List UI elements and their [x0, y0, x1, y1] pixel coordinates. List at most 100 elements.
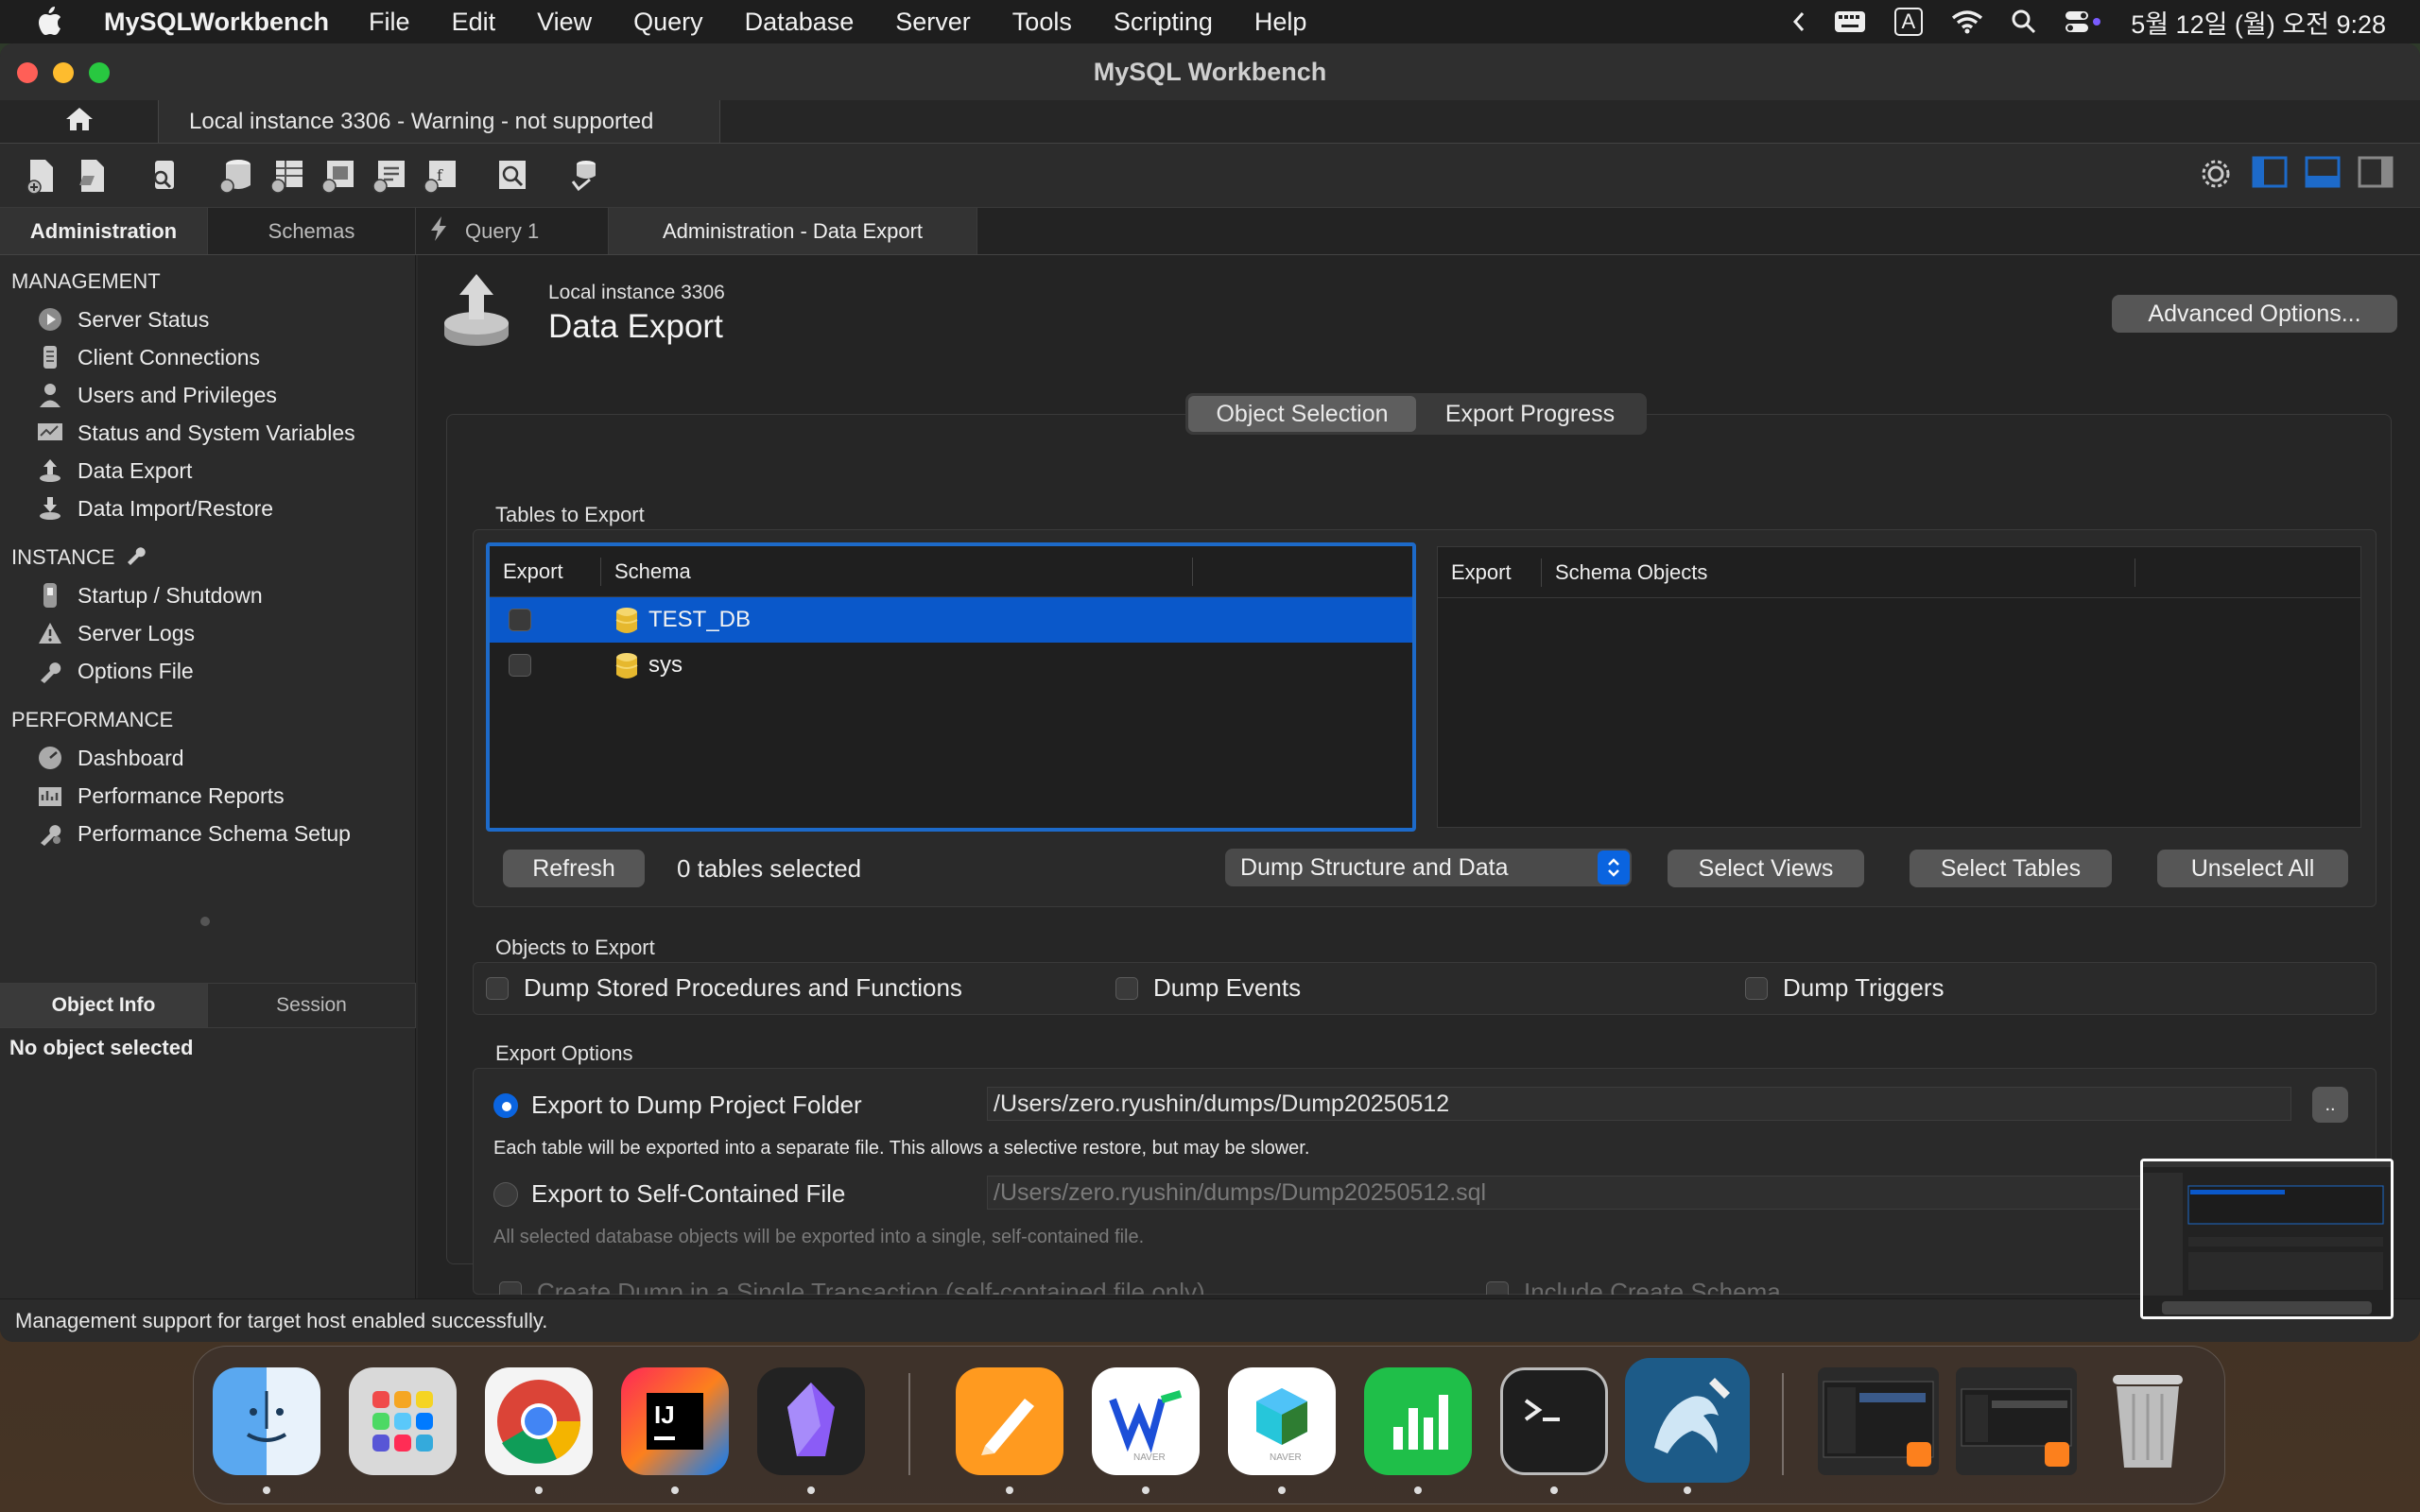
close-window-button[interactable] — [17, 62, 38, 83]
toggle-secondary-sidebar-icon[interactable] — [2358, 155, 2394, 198]
toggle-output-panel-icon[interactable] — [2305, 155, 2341, 198]
preferences-gear-icon[interactable] — [2197, 155, 2235, 198]
menu-app-name[interactable]: MySQLWorkbench — [104, 8, 329, 37]
screenshot-thumbnail[interactable] — [2140, 1159, 2394, 1319]
schema-row-sys[interactable]: sys — [490, 643, 1412, 688]
menu-query[interactable]: Query — [633, 8, 703, 37]
menu-server[interactable]: Server — [895, 8, 971, 37]
include-schema-option[interactable]: Include Create Schema — [1486, 1278, 1781, 1295]
tab-object-info[interactable]: Object Info — [0, 984, 208, 1027]
select-tables-button[interactable]: Select Tables — [1910, 850, 2112, 887]
obsidian-icon[interactable] — [757, 1367, 865, 1475]
single-transaction-checkbox[interactable] — [499, 1280, 522, 1295]
export-checkbox[interactable] — [509, 654, 531, 677]
tab-schemas[interactable]: Schemas — [208, 208, 416, 254]
menu-file[interactable]: File — [369, 8, 410, 37]
tab-data-export[interactable]: Administration - Data Export — [609, 208, 977, 254]
home-tab[interactable] — [0, 100, 159, 143]
sidebar-item-data-export[interactable]: Data Export — [0, 452, 415, 490]
create-schema-icon[interactable] — [216, 155, 257, 197]
sidebar-item-server-logs[interactable]: Server Logs — [0, 614, 415, 652]
open-sql-file-icon[interactable] — [72, 155, 113, 197]
export-folder-option[interactable]: Export to Dump Project Folder — [493, 1091, 862, 1120]
spotlight-search-icon[interactable] — [2012, 9, 2036, 34]
dump-triggers-option[interactable]: Dump Triggers — [1745, 973, 1945, 1003]
toggle-sidebar-icon[interactable] — [2252, 155, 2288, 198]
tab-query-1[interactable]: Query 1 — [416, 208, 609, 254]
column-schema-objects[interactable]: Schema Objects — [1542, 558, 2135, 587]
unselect-all-button[interactable]: Unselect All — [2157, 850, 2348, 887]
finder-icon[interactable] — [213, 1367, 320, 1475]
naver-whale-icon[interactable]: NAVER — [1092, 1367, 1200, 1475]
numbers-icon[interactable] — [1364, 1367, 1472, 1475]
minimized-window-2[interactable] — [1956, 1367, 2077, 1475]
schema-objects-list[interactable]: Export Schema Objects — [1437, 546, 2361, 828]
trash-icon[interactable] — [2094, 1367, 2202, 1475]
menu-scripting[interactable]: Scripting — [1114, 8, 1213, 37]
dump-triggers-checkbox[interactable] — [1745, 976, 1768, 1000]
create-procedure-icon[interactable] — [369, 155, 410, 197]
sidebar-split-handle[interactable] — [200, 917, 210, 926]
chevron-left-icon[interactable] — [1792, 10, 1806, 33]
menu-view[interactable]: View — [537, 8, 592, 37]
file-path-input[interactable]: /Users/zero.ryushin/dumps/Dump20250512.s… — [987, 1176, 2291, 1210]
select-views-button[interactable]: Select Views — [1668, 850, 1864, 887]
naver-works-icon[interactable]: NAVER — [1228, 1367, 1336, 1475]
input-source-icon[interactable]: A — [1893, 8, 1924, 36]
dump-events-checkbox[interactable] — [1115, 976, 1138, 1000]
single-transaction-option[interactable]: Create Dump in a Single Transaction (sel… — [499, 1278, 1205, 1295]
sidebar-item-client-connections[interactable]: Client Connections — [0, 338, 415, 376]
create-table-icon[interactable] — [267, 155, 308, 197]
schema-list[interactable]: Export Schema TEST_DB sys — [486, 542, 1416, 832]
refresh-button[interactable]: Refresh — [503, 850, 645, 887]
export-checkbox[interactable] — [509, 609, 531, 631]
inspector-icon[interactable] — [144, 155, 185, 197]
sidebar-item-server-status[interactable]: Server Status — [0, 301, 415, 338]
minimized-window-1[interactable] — [1818, 1367, 1939, 1475]
sidebar-item-status-variables[interactable]: Status and System Variables — [0, 414, 415, 452]
sidebar-item-users-privileges[interactable]: Users and Privileges — [0, 376, 415, 414]
new-sql-tab-icon[interactable] — [21, 155, 62, 197]
menu-database[interactable]: Database — [745, 8, 855, 37]
sidebar-item-startup-shutdown[interactable]: Startup / Shutdown — [0, 576, 415, 614]
dump-events-option[interactable]: Dump Events — [1115, 973, 1301, 1003]
zoom-window-button[interactable] — [89, 62, 110, 83]
tab-object-selection[interactable]: Object Selection — [1188, 396, 1416, 432]
intellij-idea-icon[interactable]: IJ — [621, 1367, 729, 1475]
tab-administration[interactable]: Administration — [0, 208, 208, 254]
tab-export-progress[interactable]: Export Progress — [1416, 396, 1644, 432]
export-folder-radio[interactable] — [493, 1092, 518, 1118]
menu-tools[interactable]: Tools — [1012, 8, 1072, 37]
column-export[interactable]: Export — [490, 557, 601, 586]
tab-session[interactable]: Session — [208, 984, 416, 1027]
control-center-icon[interactable] — [2065, 9, 2102, 34]
mysql-workbench-icon[interactable] — [1625, 1358, 1750, 1483]
sidebar-item-performance-schema-setup[interactable]: Performance Schema Setup — [0, 815, 415, 852]
schema-row-test-db[interactable]: TEST_DB — [490, 597, 1412, 643]
terminal-icon[interactable] — [1500, 1367, 1608, 1475]
include-schema-checkbox[interactable] — [1486, 1280, 1509, 1295]
dump-procedures-checkbox[interactable] — [486, 976, 509, 1000]
menu-help[interactable]: Help — [1254, 8, 1307, 37]
menu-edit[interactable]: Edit — [452, 8, 496, 37]
column-schema[interactable]: Schema — [601, 557, 1193, 586]
apple-menu-icon[interactable] — [36, 7, 78, 37]
folder-path-input[interactable]: /Users/zero.ryushin/dumps/Dump20250512 — [987, 1087, 2291, 1121]
wifi-icon[interactable] — [1951, 9, 1983, 34]
export-file-option[interactable]: Export to Self-Contained File — [493, 1179, 845, 1209]
export-file-radio[interactable] — [493, 1181, 518, 1207]
minimize-window-button[interactable] — [53, 62, 74, 83]
create-function-icon[interactable]: f — [420, 155, 461, 197]
create-view-icon[interactable] — [318, 155, 359, 197]
column-export[interactable]: Export — [1438, 558, 1542, 587]
reconnect-icon[interactable] — [563, 155, 605, 197]
sidebar-item-options-file[interactable]: Options File — [0, 652, 415, 690]
keyboard-icon[interactable] — [1834, 10, 1866, 33]
search-table-data-icon[interactable] — [492, 155, 533, 197]
launchpad-icon[interactable] — [349, 1367, 457, 1475]
dump-mode-select[interactable]: Dump Structure and Data — [1225, 849, 1632, 886]
dump-procedures-option[interactable]: Dump Stored Procedures and Functions — [486, 973, 962, 1003]
sidebar-item-dashboard[interactable]: Dashboard — [0, 739, 415, 777]
sidebar-item-data-import[interactable]: Data Import/Restore — [0, 490, 415, 527]
menubar-datetime[interactable]: 5월 12일 (월) 오전 9:28 — [2131, 4, 2386, 41]
